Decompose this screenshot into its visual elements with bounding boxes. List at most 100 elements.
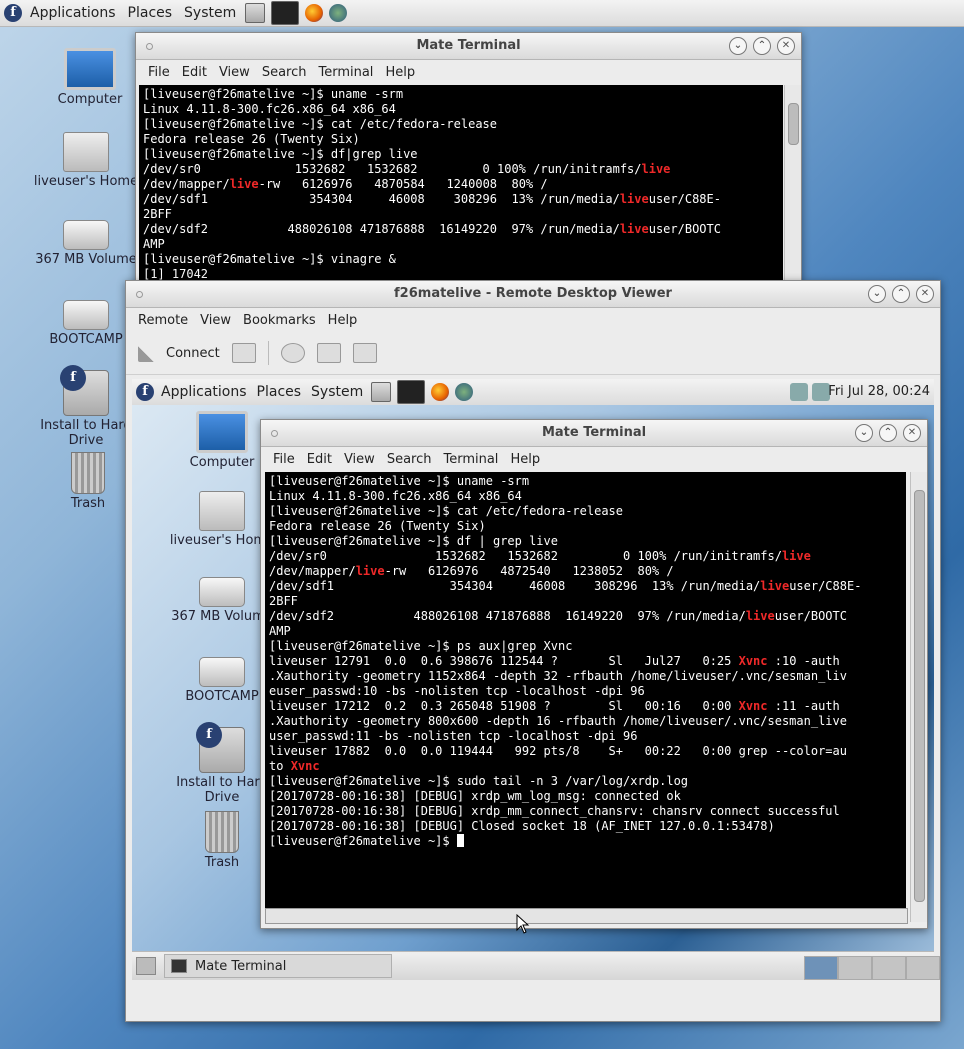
menu-view[interactable]: View — [213, 65, 256, 80]
drive-icon — [199, 577, 245, 607]
menu-applications[interactable]: Applications — [24, 5, 122, 21]
network-launcher-icon[interactable] — [455, 383, 474, 401]
computer-icon — [196, 411, 248, 453]
terminal-line: .Xauthority -geometry 1152x864 -depth 32… — [269, 669, 847, 683]
remote-taskbar: Mate Terminal — [132, 951, 940, 980]
fedora-logo-icon[interactable]: f — [4, 4, 22, 22]
rdv-titlebar[interactable]: f26matelive - Remote Desktop Viewer ⌄ ⌃ … — [126, 281, 940, 308]
scale-icon[interactable] — [352, 343, 377, 363]
window-menu-icon[interactable] — [136, 291, 143, 298]
show-desktop-icon[interactable] — [136, 957, 156, 975]
menu-system[interactable]: System — [306, 384, 368, 400]
terminal-line: [liveuser@f26matelive ~]$ cat /etc/fedor… — [269, 504, 624, 518]
maximize-icon[interactable]: ⌃ — [892, 285, 910, 303]
terminal-line: user_passwd:11 -bs -nolisten tcp -localh… — [269, 729, 638, 743]
close-icon[interactable]: ✕ — [777, 37, 795, 55]
scrollbar-thumb[interactable] — [914, 490, 925, 902]
menu-help[interactable]: Help — [504, 452, 546, 467]
terminal-launcher-icon[interactable] — [397, 380, 426, 404]
terminal-line: [liveuser@f26matelive ~]$ df|grep live — [143, 147, 418, 161]
menu-help[interactable]: Help — [379, 65, 421, 80]
terminal-line: /dev/sdf2 488026108 471876888 16149220 9… — [269, 609, 847, 623]
terminal-line: [20170728-00:16:38] [DEBUG] xrdp_wm_log_… — [269, 789, 681, 803]
mouse-pointer-icon — [516, 914, 530, 934]
desktop-icon-volume[interactable]: 367 MB Volume — [26, 220, 146, 267]
home-folder-icon — [199, 491, 245, 531]
menu-file[interactable]: File — [267, 452, 301, 467]
minimize-icon[interactable]: ⌄ — [868, 285, 886, 303]
inner-terminal-scrollbar[interactable] — [910, 472, 927, 922]
top-panel: f Applications Places System — [0, 0, 964, 27]
outer-terminal-output[interactable]: [liveuser@f26matelive ~]$ uname -srm Linu… — [139, 85, 783, 285]
menu-help[interactable]: Help — [322, 313, 364, 328]
desktop-icon-computer[interactable]: Computer — [30, 48, 150, 107]
inner-terminal-titlebar[interactable]: Mate Terminal ⌄ ⌃ ✕ — [261, 420, 927, 447]
terminal-line: [liveuser@f26matelive ~]$ cat /etc/fedor… — [143, 117, 498, 131]
network-launcher-icon[interactable] — [329, 4, 348, 22]
window-menu-icon[interactable] — [271, 430, 278, 437]
workspace-1[interactable] — [804, 956, 838, 980]
screenshot-icon[interactable] — [316, 343, 341, 363]
inner-terminal-window: Mate Terminal ⌄ ⌃ ✕ File Edit View Searc… — [260, 419, 928, 929]
menu-applications[interactable]: Applications — [156, 384, 252, 400]
taskbar-item-mate-terminal[interactable]: Mate Terminal — [164, 954, 392, 978]
menu-system[interactable]: System — [178, 5, 242, 21]
menu-places[interactable]: Places — [252, 384, 307, 400]
terminal-line: AMP — [143, 237, 165, 251]
window-menu-icon[interactable] — [146, 43, 153, 50]
outer-terminal-titlebar[interactable]: Mate Terminal ⌄ ⌃ ✕ — [136, 33, 801, 60]
firefox-launcher-icon[interactable] — [431, 383, 450, 401]
firefox-launcher-icon[interactable] — [305, 4, 324, 22]
desktop-icon-home[interactable]: liveuser's Home — [26, 132, 146, 189]
files-launcher-icon[interactable] — [245, 3, 266, 23]
window-title: Mate Terminal — [541, 425, 647, 440]
connect-button[interactable]: Connect — [166, 346, 220, 361]
fedora-logo-icon[interactable]: f — [136, 383, 154, 401]
files-launcher-icon[interactable] — [371, 382, 392, 402]
outer-terminal-menubar: File Edit View Search Terminal Help — [136, 60, 801, 84]
menu-edit[interactable]: Edit — [176, 65, 213, 80]
scrollbar-thumb[interactable] — [788, 103, 799, 145]
home-folder-icon — [63, 132, 109, 172]
disconnect-icon[interactable] — [231, 343, 256, 363]
minimize-icon[interactable]: ⌄ — [855, 424, 873, 442]
menu-file[interactable]: File — [142, 65, 176, 80]
terminal-line: euser_passwd:10 -bs -nolisten tcp -local… — [269, 684, 645, 698]
menu-edit[interactable]: Edit — [301, 452, 338, 467]
menu-terminal[interactable]: Terminal — [312, 65, 379, 80]
inner-terminal-output[interactable]: [liveuser@f26matelive ~]$ uname -srm Linu… — [265, 472, 906, 908]
terminal-line: Linux 4.11.8-300.fc26.x86_64 x86_64 — [269, 489, 522, 503]
menu-view[interactable]: View — [194, 313, 237, 328]
menu-remote[interactable]: Remote — [132, 313, 194, 328]
drive-icon — [199, 657, 245, 687]
menu-places[interactable]: Places — [122, 5, 179, 21]
volume-icon[interactable] — [790, 383, 808, 401]
outer-terminal-scrollbar[interactable] — [784, 85, 801, 285]
close-icon[interactable]: ✕ — [916, 285, 934, 303]
maximize-icon[interactable]: ⌃ — [753, 37, 771, 55]
terminal-line: /dev/sr0 1532682 1532682 0 100% /run/ini… — [143, 162, 671, 176]
drive-icon — [63, 220, 109, 250]
clock[interactable]: Fri Jul 28, 00:24 — [828, 379, 930, 405]
remote-desktop: Computer liveuser's Home 367 MB Volume B… — [132, 405, 934, 951]
workspace-3[interactable] — [872, 956, 906, 980]
close-icon[interactable]: ✕ — [903, 424, 921, 442]
inner-terminal-hscrollbar[interactable] — [265, 908, 908, 924]
fullscreen-icon[interactable] — [280, 343, 305, 363]
menu-search[interactable]: Search — [381, 452, 438, 467]
menu-search[interactable]: Search — [256, 65, 313, 80]
workspace-4[interactable] — [906, 956, 940, 980]
menu-bookmarks[interactable]: Bookmarks — [237, 313, 322, 328]
minimize-icon[interactable]: ⌄ — [729, 37, 747, 55]
connect-icon[interactable] — [138, 344, 160, 362]
remote-top-panel: f Applications Places System Fri Jul 28,… — [132, 379, 934, 406]
rdv-toolbar: Connect — [126, 332, 940, 375]
terminal-line: /dev/sdf2 488026108 471876888 16149220 9… — [143, 222, 721, 236]
workspace-2[interactable] — [838, 956, 872, 980]
terminal-line: [liveuser@f26matelive ~]$ sudo tail -n 3… — [269, 774, 689, 788]
menu-terminal[interactable]: Terminal — [437, 452, 504, 467]
terminal-launcher-icon[interactable] — [271, 1, 300, 25]
menu-view[interactable]: View — [338, 452, 381, 467]
desktop-icon-label: Computer — [57, 92, 123, 107]
maximize-icon[interactable]: ⌃ — [879, 424, 897, 442]
